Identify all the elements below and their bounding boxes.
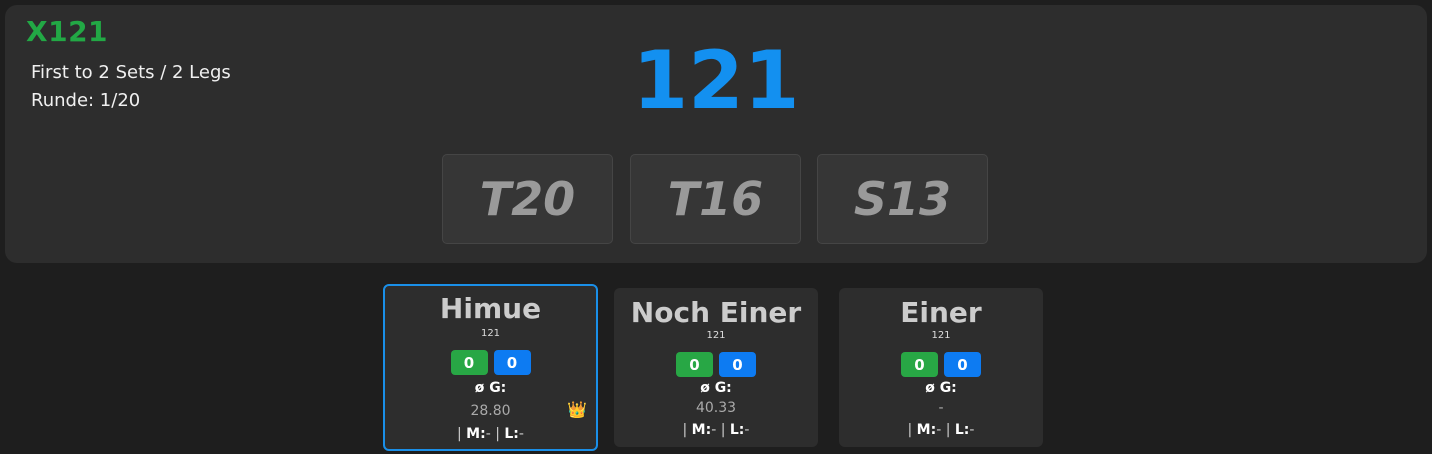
crown-icon: 👑: [567, 400, 587, 419]
checkout-suggestion-3: S13: [817, 154, 988, 244]
legs-won-badge: 0: [719, 352, 756, 377]
m-label: M:: [916, 422, 937, 438]
player-stats-line: | M:- | L:-: [614, 422, 818, 438]
average-label: ø G:: [474, 380, 507, 396]
player-stats-line: | M:- | L:-: [839, 422, 1043, 438]
average-value: -: [938, 400, 944, 416]
legs-won-badge: 0: [493, 350, 531, 375]
stats-separator: |: [495, 426, 500, 442]
m-value: -: [485, 426, 491, 442]
player-name: Einer: [900, 296, 982, 329]
l-label: L:: [954, 422, 970, 438]
player-badges: 0 0: [385, 350, 596, 375]
stats-separator: |: [457, 426, 462, 442]
player-card-einer[interactable]: Einer 121 0 0 ø G: - | M:- | L:-: [839, 288, 1043, 447]
sets-won-badge: 0: [901, 352, 938, 377]
l-label: L:: [729, 422, 745, 438]
stats-separator: |: [682, 422, 688, 438]
game-header-panel: X121 First to 2 Sets / 2 Legs Runde: 1/2…: [5, 5, 1427, 263]
player-badges: 0 0: [839, 352, 1043, 377]
player-remaining-score: 121: [706, 330, 726, 341]
player-card-noch-einer[interactable]: Noch Einer 121 0 0 ø G: 40.33 | M:- | L:…: [614, 288, 818, 447]
average-value: 28.80: [470, 403, 511, 419]
player-stats-line: | M:- | L:-: [385, 426, 596, 442]
m-label: M:: [466, 426, 486, 442]
stats-separator: |: [907, 422, 913, 438]
player-remaining-score: 121: [480, 328, 501, 339]
m-value: -: [711, 422, 717, 438]
l-value: -: [969, 422, 975, 438]
m-label: M:: [691, 422, 712, 438]
average-label: ø G:: [700, 380, 732, 396]
stats-separator: |: [945, 422, 951, 438]
average-label: ø G:: [925, 380, 957, 396]
player-name: Himue: [439, 292, 542, 325]
l-label: L:: [504, 426, 519, 442]
player-card-himue[interactable]: Himue 121 0 0 ø G: 28.80 | M:- | L:- 👑: [383, 284, 598, 451]
player-name: Noch Einer: [630, 296, 802, 329]
l-value: -: [518, 426, 524, 442]
stats-separator: |: [720, 422, 726, 438]
sets-won-badge: 0: [676, 352, 713, 377]
legs-won-badge: 0: [944, 352, 981, 377]
current-remaining-score: 121: [632, 34, 800, 127]
sets-won-badge: 0: [450, 350, 488, 375]
m-value: -: [936, 422, 942, 438]
checkout-suggestion-1: T20: [442, 154, 613, 244]
player-remaining-score: 121: [931, 330, 951, 341]
average-value: 40.33: [695, 400, 737, 416]
l-value: -: [744, 422, 750, 438]
player-badges: 0 0: [614, 352, 818, 377]
checkout-suggestion-2: T16: [630, 154, 801, 244]
